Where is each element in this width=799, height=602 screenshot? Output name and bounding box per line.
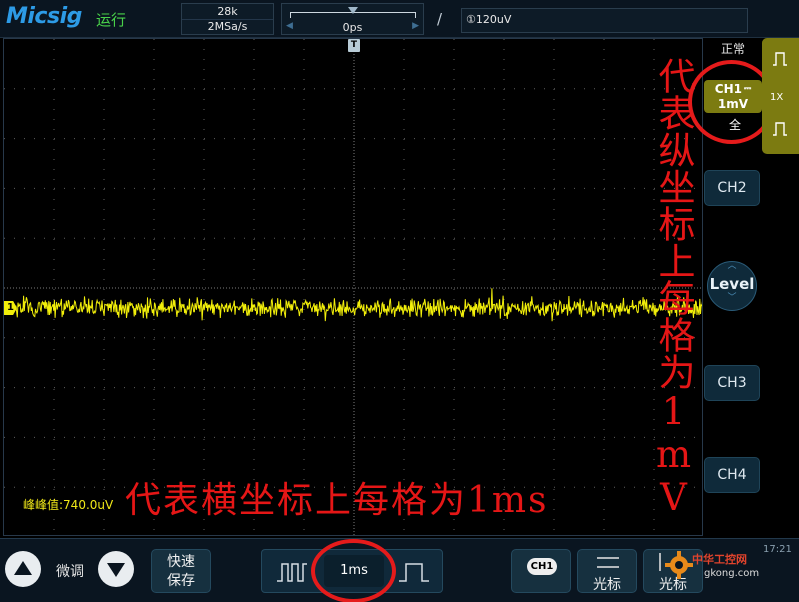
triangle-up-icon (14, 561, 32, 575)
position-marker-icon (348, 7, 358, 14)
highlight-circle-timebase (311, 539, 396, 602)
trigger-level-box[interactable]: ①120uV (461, 8, 748, 33)
fine-up-button[interactable] (5, 551, 41, 587)
ch1-waveform-path (4, 288, 702, 322)
right-panel: 正常 CH1 ⎓ 1mV 全 1X CH2 ︿ Level ﹀ CH3 CH4 (688, 38, 799, 536)
horizontal-cursor-icon (597, 557, 619, 568)
pulse-icon (773, 122, 787, 136)
watermark-name: 中华工控网 (692, 553, 747, 566)
waveform-display[interactable]: T 1 峰峰值:740.0uV 代表横坐标上每格为1ms 代表纵坐标上每格为1m… (3, 38, 703, 536)
save-label-line1: 快速 (167, 554, 195, 570)
cursor-horizontal-button[interactable]: 光标 (577, 549, 637, 593)
run-status[interactable]: 运行 (96, 9, 126, 30)
top-status-bar: Micsig 运行 28k 2MSa/s ◀ 0ps ▶ / ①120uV (0, 0, 799, 38)
channel-select-button[interactable]: CH1 (511, 549, 571, 593)
gear-icon (665, 551, 693, 579)
save-label-line2: 保存 (167, 573, 195, 589)
time-position: 0ps (342, 21, 363, 34)
ch3-button[interactable]: CH3 (704, 365, 760, 401)
annotation-horizontal: 代表横坐标上每格为1ms (125, 480, 549, 521)
trigger-mode[interactable]: 正常 (721, 40, 745, 57)
level-label: Level (709, 275, 755, 293)
right-arrow-icon: ▶ (412, 21, 419, 31)
level-knob[interactable]: ︿ Level ﹀ (707, 261, 757, 311)
probe-ratio: 1X (770, 92, 784, 103)
watermark-logo: 中华工控网 gkong.com (664, 548, 788, 588)
brand-logo: Micsig (6, 4, 82, 29)
ch1-chip: CH1 (527, 558, 557, 575)
rising-edge-icon: / (437, 10, 443, 28)
chevron-down-icon: ﹀ (727, 293, 737, 303)
fine-adjust-label: 微调 (56, 564, 84, 580)
bottom-toolbar: 微调 快速 保存 1ms CH1 光标 光标 17:21 中华工控网 gkong… (0, 538, 799, 602)
chevron-up-icon: ︿ (727, 261, 737, 271)
wide-pulse-icon (399, 563, 429, 582)
fine-down-button[interactable] (98, 551, 134, 587)
watermark-domain: gkong.com (704, 568, 760, 579)
ch4-button[interactable]: CH4 (704, 457, 760, 493)
trigger-position-marker[interactable]: T (348, 39, 360, 52)
triangle-down-icon (107, 563, 125, 577)
narrow-pulse-icon (277, 563, 307, 582)
ch1-probe-tab[interactable]: 1X (762, 38, 799, 154)
memory-depth: 28k (182, 5, 273, 20)
quick-save-button[interactable]: 快速 保存 (151, 549, 211, 593)
peak-to-peak-measurement: 峰峰值:740.0uV (23, 498, 114, 512)
acquisition-info[interactable]: 28k 2MSa/s (181, 3, 274, 35)
cursor-label: 光标 (593, 577, 621, 593)
ch1-trace (4, 288, 702, 322)
annotation-vertical: 代表纵坐标上每格为1mV (652, 57, 695, 519)
ch2-button[interactable]: CH2 (704, 170, 760, 206)
pulse-icon (773, 52, 787, 66)
horizontal-position-box[interactable]: ◀ 0ps ▶ (281, 3, 424, 35)
sample-rate: 2MSa/s (207, 20, 248, 33)
